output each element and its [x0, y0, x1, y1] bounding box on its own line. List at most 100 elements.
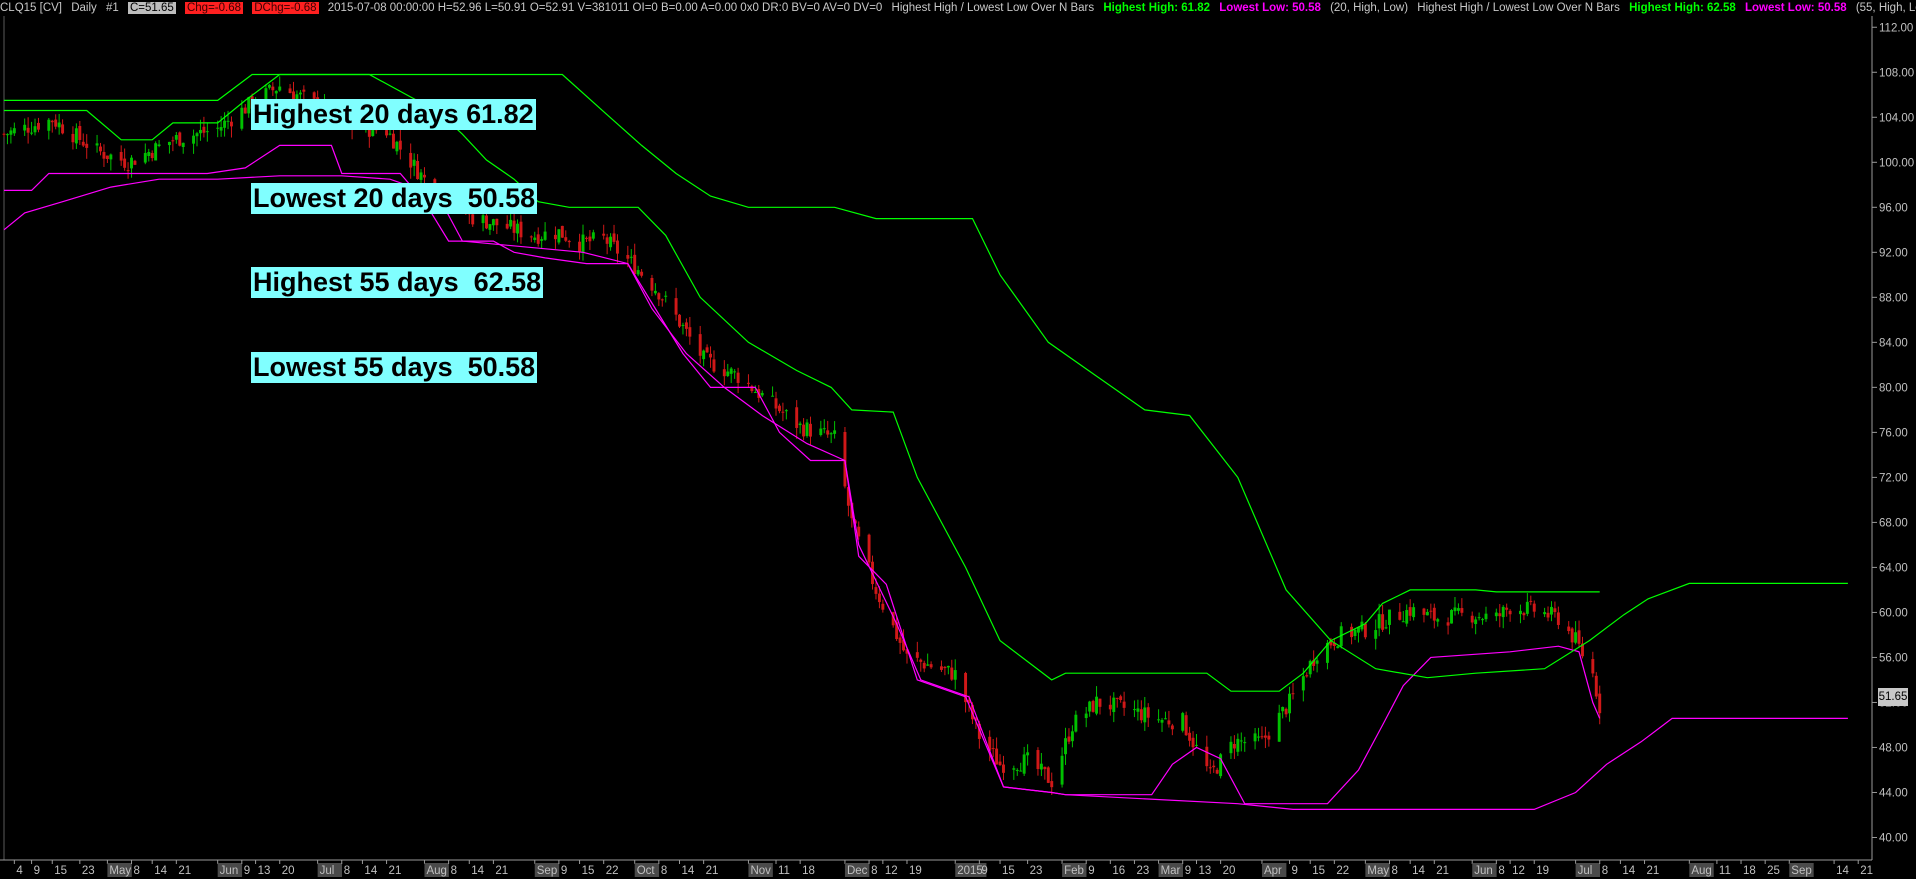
candle [557, 229, 561, 245]
candle [1184, 711, 1188, 736]
x-tick-label: 14 [682, 865, 695, 877]
x-tick-label: Oct [637, 865, 656, 877]
x-tick-label: 9 [1088, 865, 1094, 877]
candle [1219, 753, 1223, 779]
candle [560, 225, 564, 238]
x-tick-label: 9 [981, 865, 987, 877]
candle [1091, 699, 1095, 713]
candle [678, 314, 681, 329]
x-tick-label: 2015 [957, 865, 983, 877]
x-tick-label: 4 [16, 865, 23, 877]
annotation-highest-55: Highest 55 days 62.58 [251, 267, 544, 298]
x-tick-label: 9 [1292, 865, 1298, 877]
daily-change-tag: DChg=-0.68 [252, 2, 319, 14]
x-tick-label: 23 [82, 865, 95, 877]
x-tick-label: 15 [582, 865, 595, 877]
y-tick-label: 64.00 [1879, 562, 1908, 574]
x-tick-label: 9 [1185, 865, 1191, 877]
x-tick-label: Jun [1474, 865, 1493, 877]
candle [867, 533, 871, 567]
symbol-label[interactable]: CLQ15 [CV] [0, 2, 62, 14]
x-tick-label: 18 [802, 865, 815, 877]
y-tick-label: 100.00 [1879, 157, 1914, 169]
study1-highest-high: Highest High: 61.82 [1103, 2, 1211, 14]
y-tick-label: 48.00 [1879, 742, 1908, 754]
x-tick-label: 8 [1602, 865, 1608, 877]
x-tick-label: 13 [1198, 865, 1211, 877]
x-tick-label: 11 [1719, 865, 1731, 877]
price-chart[interactable]: 40.0044.0048.0052.0056.0060.0064.0068.00… [0, 0, 1916, 879]
y-tick-label: 68.00 [1879, 517, 1908, 529]
y-tick-label: 76.00 [1879, 427, 1908, 439]
x-tick-label: 21 [389, 865, 402, 877]
annotation-lowest-55: Lowest 55 days 50.58 [251, 352, 538, 383]
x-tick-label: May [109, 865, 131, 877]
x-tick-label: 14 [471, 865, 484, 877]
x-tick-label: 22 [1336, 865, 1349, 877]
x-tick-label: 13 [258, 865, 271, 877]
x-tick-label: 9 [561, 865, 567, 877]
study2-params: (55, High, Low) [1855, 2, 1916, 14]
y-tick-label: 60.00 [1879, 607, 1908, 619]
y-tick-label: 40.00 [1879, 832, 1908, 844]
x-tick-label: Dec [847, 865, 868, 877]
plot-background [0, 0, 1916, 879]
x-tick-label: 21 [1436, 865, 1449, 877]
bar-info: 2015-07-08 00:00:00 H=52.96 L=50.91 O=52… [327, 2, 883, 14]
x-tick-label: Apr [1264, 865, 1282, 877]
x-tick-label: 14 [364, 865, 377, 877]
x-tick-label: 8 [451, 865, 457, 877]
x-tick-label: 15 [1312, 865, 1325, 877]
x-tick-label: Sep [537, 865, 557, 877]
x-tick-label: 11 [778, 865, 790, 877]
study1-lowest-low: Lowest Low: 50.58 [1219, 2, 1321, 14]
candle [1450, 609, 1453, 624]
x-tick-label: 14 [1622, 865, 1635, 877]
x-tick-label: 8 [871, 865, 877, 877]
x-tick-label: 19 [909, 865, 922, 877]
y-tick-label: 112.00 [1879, 22, 1913, 34]
x-tick-label: Jul [1578, 865, 1593, 877]
x-tick-label: 8 [134, 865, 140, 877]
x-tick-label: 14 [154, 865, 167, 877]
x-tick-label: 21 [1647, 865, 1660, 877]
x-tick-label: 8 [1498, 865, 1504, 877]
study2-highest-high: Highest High: 62.58 [1629, 2, 1736, 14]
x-tick-label: 12 [1512, 865, 1525, 877]
x-tick-label: 12 [885, 865, 898, 877]
candle [1046, 766, 1050, 784]
study2-lowest-low: Lowest Low: 50.58 [1745, 2, 1847, 14]
x-tick-label: 19 [1536, 865, 1549, 877]
chart-header: CLQ15 [CV] Daily #1 C=51.65 Chg=-0.68 DC… [0, 0, 1916, 16]
x-tick-label: 21 [706, 865, 719, 877]
x-tick-label: 15 [54, 865, 67, 877]
x-tick-label: Sep [1791, 865, 1811, 877]
study2-name[interactable]: Highest High / Lowest Low Over N Bars [1417, 2, 1620, 14]
interval-label[interactable]: Daily [71, 2, 97, 14]
last-price-marker: 51.65 [1878, 688, 1908, 706]
x-tick-label: 21 [495, 865, 508, 877]
y-tick-label: 104.00 [1879, 112, 1914, 124]
candle [843, 427, 847, 489]
y-tick-label: 92.00 [1879, 247, 1908, 259]
window-label: #1 [105, 2, 119, 14]
x-tick-label: Jul [320, 865, 335, 877]
y-tick-label: 88.00 [1879, 292, 1908, 304]
study1-name[interactable]: Highest High / Lowest Low Over N Bars [892, 2, 1095, 14]
x-tick-label: 18 [1743, 865, 1756, 877]
candle [1181, 711, 1185, 733]
change-tag: Chg=-0.68 [184, 2, 244, 14]
candle [154, 141, 158, 161]
x-tick-label: Jun [220, 865, 239, 877]
x-tick-label: Mar [1161, 865, 1181, 877]
x-tick-label: 16 [1112, 865, 1125, 877]
x-tick-label: 14 [1412, 865, 1425, 877]
x-tick-label: May [1367, 865, 1389, 877]
y-tick-label: 80.00 [1879, 382, 1908, 394]
annotation-highest-20: Highest 20 days 61.82 [251, 99, 536, 130]
x-tick-label: 8 [661, 865, 667, 877]
study1-params: (20, High, Low) [1330, 2, 1409, 14]
x-tick-label: 9 [244, 865, 250, 877]
x-tick-label: 25 [1767, 865, 1780, 877]
x-tick-label: 15 [1002, 865, 1015, 877]
